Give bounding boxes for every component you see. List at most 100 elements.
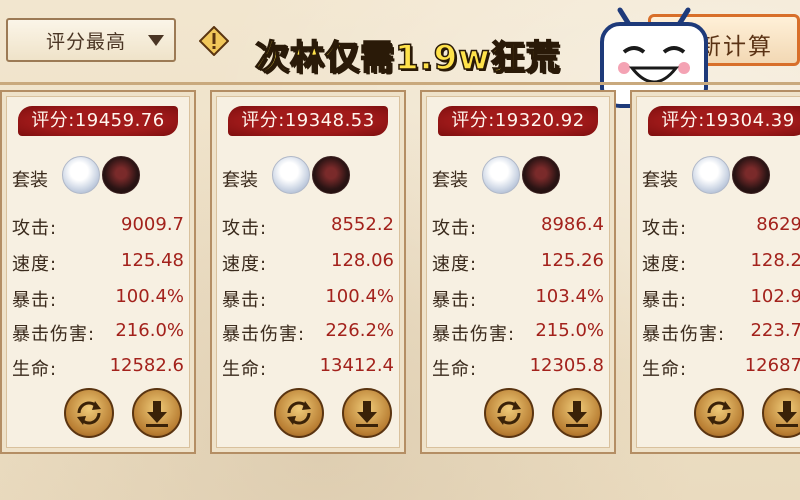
- equipment-card[interactable]: 评分:19348.53 套装 攻击: 8552.2 速度: 128.06 暴击:…: [210, 90, 406, 454]
- set-label: 套装: [642, 170, 678, 191]
- set-row: 套装: [642, 156, 800, 196]
- swap-button[interactable]: [64, 388, 114, 438]
- crit-dmg-label: 暴击伤害:: [642, 324, 726, 345]
- video-caption: 次林仅需1.9w狂荒: [254, 37, 561, 79]
- hp-value: 12687: [744, 355, 800, 376]
- attack-label: 攻击:: [222, 218, 268, 239]
- crit-value: 100.4%: [325, 286, 394, 307]
- attack-value: 9009.7: [121, 214, 184, 235]
- hp-value: 12305.8: [529, 355, 604, 376]
- crit-dmg-value: 226.2%: [325, 320, 394, 341]
- hp-row: 生命: 12582.6: [12, 355, 184, 383]
- attack-label: 攻击:: [432, 218, 478, 239]
- crit-dmg-row: 暴击伤害: 223.7: [642, 320, 800, 348]
- set-avatar-icon[interactable]: [732, 156, 770, 194]
- speed-row: 速度: 125.48: [12, 250, 184, 278]
- attack-label: 攻击:: [642, 218, 688, 239]
- hp-label: 生命:: [642, 359, 688, 380]
- hp-label: 生命:: [222, 359, 268, 380]
- download-arrow-icon: [146, 401, 168, 427]
- set-avatar-icon[interactable]: [62, 156, 100, 194]
- hp-row: 生命: 12305.8: [432, 355, 604, 383]
- attack-value: 8552.2: [331, 214, 394, 235]
- download-arrow-icon: [566, 401, 588, 427]
- crit-value: 102.9: [750, 286, 800, 307]
- attack-row: 攻击: 8552.2: [222, 214, 394, 242]
- attack-row: 攻击: 8629: [642, 214, 800, 242]
- refresh-swap-icon: [77, 401, 101, 425]
- sort-dropdown[interactable]: 评分最高: [6, 18, 176, 62]
- score-badge: 评分:19304.39: [648, 106, 800, 136]
- hp-value: 13412.4: [319, 355, 394, 376]
- set-avatar-icon[interactable]: [692, 156, 730, 194]
- set-avatar-icon[interactable]: [102, 156, 140, 194]
- score-badge: 评分:19459.76: [18, 106, 178, 136]
- speed-value: 125.26: [541, 250, 604, 271]
- set-avatar-icon[interactable]: [272, 156, 310, 194]
- card-clip: 评分:19304.39 套装 攻击: 8629 速度: 128.2 暴击: 10…: [630, 90, 800, 454]
- warning-icon[interactable]: [199, 26, 229, 56]
- attack-value: 8986.4: [541, 214, 604, 235]
- set-label: 套装: [222, 170, 258, 191]
- speed-row: 速度: 128.06: [222, 250, 394, 278]
- score-badge: 评分:19320.92: [438, 106, 598, 136]
- crit-value: 103.4%: [535, 286, 604, 307]
- speed-label: 速度:: [12, 254, 58, 275]
- set-avatar-icon[interactable]: [482, 156, 520, 194]
- set-avatar-icon[interactable]: [312, 156, 350, 194]
- download-arrow-icon: [776, 401, 798, 427]
- set-avatar-icon[interactable]: [522, 156, 560, 194]
- equipment-card[interactable]: 评分:19320.92 套装 攻击: 8986.4 速度: 125.26 暴击:…: [420, 90, 616, 454]
- crit-dmg-row: 暴击伤害: 215.0%: [432, 320, 604, 348]
- crit-label: 暴击:: [642, 290, 688, 311]
- swap-button[interactable]: [274, 388, 324, 438]
- set-row: 套装: [432, 156, 612, 196]
- set-row: 套装: [222, 156, 402, 196]
- swap-button[interactable]: [484, 388, 534, 438]
- crit-dmg-value: 216.0%: [115, 320, 184, 341]
- swap-button[interactable]: [694, 388, 744, 438]
- crit-label: 暴击:: [12, 290, 58, 311]
- set-label: 套装: [12, 170, 48, 191]
- attack-label: 攻击:: [12, 218, 58, 239]
- download-arrow-icon: [356, 401, 378, 427]
- header-divider: [0, 82, 800, 85]
- speed-row: 速度: 125.26: [432, 250, 604, 278]
- crit-dmg-label: 暴击伤害:: [222, 324, 306, 345]
- speed-value: 128.2: [750, 250, 800, 271]
- equip-button[interactable]: [342, 388, 392, 438]
- speed-label: 速度:: [432, 254, 478, 275]
- attack-row: 攻击: 8986.4: [432, 214, 604, 242]
- equip-button[interactable]: [552, 388, 602, 438]
- sort-dropdown-label: 评分最高: [46, 30, 127, 53]
- crit-dmg-value: 215.0%: [535, 320, 604, 341]
- crit-dmg-row: 暴击伤害: 216.0%: [12, 320, 184, 348]
- refresh-swap-icon: [497, 401, 521, 425]
- crit-label: 暴击:: [222, 290, 268, 311]
- attack-row: 攻击: 9009.7: [12, 214, 184, 242]
- equipment-card[interactable]: 评分:19304.39 套装 攻击: 8629 速度: 128.2 暴击: 10…: [630, 90, 800, 454]
- equip-button[interactable]: [132, 388, 182, 438]
- equip-button[interactable]: [762, 388, 800, 438]
- crit-dmg-label: 暴击伤害:: [12, 324, 96, 345]
- crit-row: 暴击: 102.9: [642, 286, 800, 314]
- crit-value: 100.4%: [115, 286, 184, 307]
- set-label: 套装: [432, 170, 468, 191]
- refresh-swap-icon: [707, 401, 731, 425]
- equipment-card[interactable]: 评分:19459.76 套装 攻击: 9009.7 速度: 125.48 暴击:…: [0, 90, 196, 454]
- crit-dmg-label: 暴击伤害:: [432, 324, 516, 345]
- hp-row: 生命: 13412.4: [222, 355, 394, 383]
- speed-label: 速度:: [222, 254, 268, 275]
- crit-dmg-row: 暴击伤害: 226.2%: [222, 320, 394, 348]
- speed-row: 速度: 128.2: [642, 250, 800, 278]
- chevron-down-icon: [148, 35, 164, 46]
- crit-dmg-value: 223.7: [750, 320, 800, 341]
- crit-row: 暴击: 100.4%: [222, 286, 394, 314]
- speed-value: 125.48: [121, 250, 184, 271]
- refresh-swap-icon: [287, 401, 311, 425]
- attack-value: 8629: [756, 214, 800, 235]
- hp-row: 生命: 12687: [642, 355, 800, 383]
- hp-value: 12582.6: [109, 355, 184, 376]
- speed-label: 速度:: [642, 254, 688, 275]
- set-row: 套装: [12, 156, 192, 196]
